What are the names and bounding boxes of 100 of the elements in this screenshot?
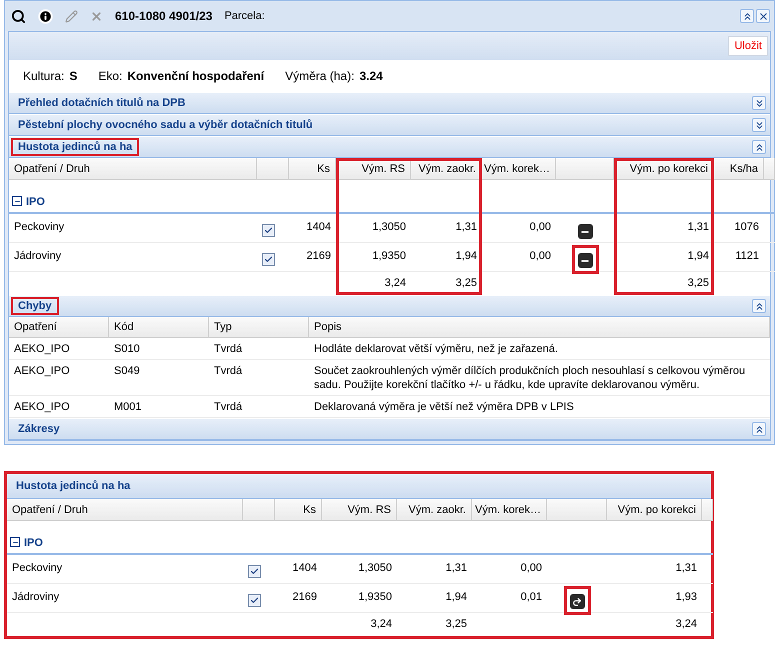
table-cell: 1,31 (688, 221, 709, 233)
total-cell: 3,24 (676, 618, 697, 630)
chevrons-down-icon (754, 98, 764, 108)
table-cell: 1,94 (456, 250, 477, 262)
column-header[interactable]: Vým. po korekci (607, 499, 702, 521)
table-cell: 1,9350 (372, 250, 406, 262)
table-cell: Peckoviny (14, 221, 64, 233)
panel-title[interactable]: Pěstební plochy ovocného sadu a výběr dotačních titulů (11, 116, 320, 134)
check-icon (264, 226, 273, 235)
chevrons-down-icon (754, 120, 764, 130)
column-header[interactable]: Opatření / Druh (7, 499, 243, 521)
column-header[interactable]: Opatření (9, 317, 109, 338)
table-cell: S049 (109, 360, 209, 396)
parcel-code: 610-1080 4901/23 (115, 9, 212, 23)
expand-button[interactable] (752, 118, 766, 132)
field-value: S (69, 69, 78, 83)
checkbox[interactable] (262, 224, 275, 237)
check-icon (250, 596, 259, 605)
group-label: IPO (24, 537, 43, 549)
search-icon[interactable] (11, 8, 26, 24)
table-cell: 1,3050 (372, 221, 406, 233)
column-header (764, 158, 775, 180)
total-cell: 3,24 (384, 277, 406, 289)
parcel-label: Parcela: (224, 10, 265, 22)
table-cell: AEKO_IPO (9, 360, 109, 396)
group-label: IPO (26, 196, 45, 208)
panel-title[interactable]: Zákresy (11, 420, 67, 438)
column-header[interactable]: Opatření / Druh (9, 158, 257, 180)
column-header[interactable]: Typ (209, 317, 309, 338)
table-cell: Jádroviny (12, 591, 60, 603)
table-cell: Tvrdá (209, 360, 309, 396)
redo-icon (572, 596, 582, 606)
table-cell: Tvrdá (209, 338, 309, 360)
total-cell: 3,25 (446, 618, 467, 630)
check-icon (250, 567, 259, 576)
table-cell: AEKO_IPO (9, 338, 109, 360)
table-cell: S010 (109, 338, 209, 360)
column-header[interactable]: Ks (275, 499, 322, 521)
field-value: Konvenční hospodaření (127, 69, 264, 83)
column-header[interactable]: Vým. RS (322, 499, 397, 521)
table-cell: 1,31 (446, 562, 467, 574)
save-button[interactable]: Uložit (728, 36, 768, 56)
table-cell: 1121 (735, 250, 759, 262)
expand-button[interactable] (752, 96, 766, 110)
check-icon (264, 255, 273, 264)
checkbox[interactable] (248, 565, 261, 578)
field-label: Eko: (98, 69, 122, 83)
collapse-icon[interactable] (12, 196, 22, 206)
close-button[interactable] (756, 9, 770, 23)
table-cell: 0,00 (530, 221, 551, 233)
collapse-icon[interactable] (10, 537, 20, 547)
total-cell: 3,25 (456, 277, 477, 289)
panel-title[interactable]: Hustota jedinců na ha (11, 138, 140, 156)
minus-button[interactable] (578, 224, 592, 239)
field-label: Kultura: (23, 69, 64, 83)
redo-button[interactable] (570, 594, 584, 609)
table-cell: 1,9350 (358, 591, 392, 603)
column-header[interactable]: Vým. korek… (482, 158, 556, 180)
column-header[interactable]: Vým. korek… (472, 499, 547, 521)
field-label: Výměra (ha): (285, 69, 354, 83)
info-icon[interactable] (38, 8, 53, 24)
checkbox[interactable] (262, 253, 275, 266)
chevrons-up-icon (742, 10, 752, 22)
table-cell: 1076 (734, 221, 759, 233)
panel-title: Hustota jedinců na ha (15, 479, 132, 494)
panel-title[interactable]: Přehled dotačních titulů na DPB (11, 94, 192, 112)
table-cell: Součet zaokrouhlených výměr dílčích produkčních ploch nesouhlasí s celkovou výměrou sadu. Použijte korekční tlačítko +/- u řádku, kde upravíte deklarovanou výměru. (309, 360, 770, 396)
table-cell: 1,94 (688, 250, 709, 262)
column-header[interactable]: Kód (109, 317, 209, 338)
table-cell: 0,00 (530, 250, 551, 262)
table-cell: 1404 (292, 562, 317, 574)
collapse-button[interactable] (740, 9, 754, 23)
table-cell: Peckoviny (12, 562, 62, 574)
column-header[interactable]: Vým. zaokr. (397, 499, 472, 521)
chevrons-up-icon (754, 142, 764, 152)
total-cell: 3,25 (688, 277, 709, 289)
table-cell: 2169 (292, 591, 317, 603)
table-cell: 1,31 (676, 562, 697, 574)
column-header[interactable]: Ks/ha (714, 158, 764, 180)
chevrons-up-icon (754, 424, 764, 434)
column-header (702, 499, 713, 521)
table-cell: 1,94 (446, 591, 467, 603)
table-cell: Hodláte deklarovat větší výměru, než je zařazená. (309, 338, 770, 360)
field-value: 3.24 (359, 69, 383, 83)
table-cell: 1,3050 (358, 562, 392, 574)
collapse-button[interactable] (752, 299, 766, 313)
minus-button[interactable] (578, 253, 592, 268)
table-cell: 1,93 (676, 591, 697, 603)
chevrons-up-icon (754, 300, 764, 312)
table-cell: 0,01 (520, 591, 542, 603)
column-header[interactable]: Ks (289, 158, 336, 180)
collapse-button[interactable] (752, 422, 766, 436)
table-cell: 2169 (306, 250, 331, 262)
table-cell: Jádroviny (14, 250, 62, 262)
column-header[interactable]: Popis (309, 317, 770, 338)
table-cell: 0,00 (520, 562, 542, 574)
checkbox[interactable] (248, 594, 261, 607)
collapse-button[interactable] (752, 140, 766, 154)
close-icon (758, 10, 768, 22)
panel-title[interactable]: Chyby (11, 297, 59, 315)
